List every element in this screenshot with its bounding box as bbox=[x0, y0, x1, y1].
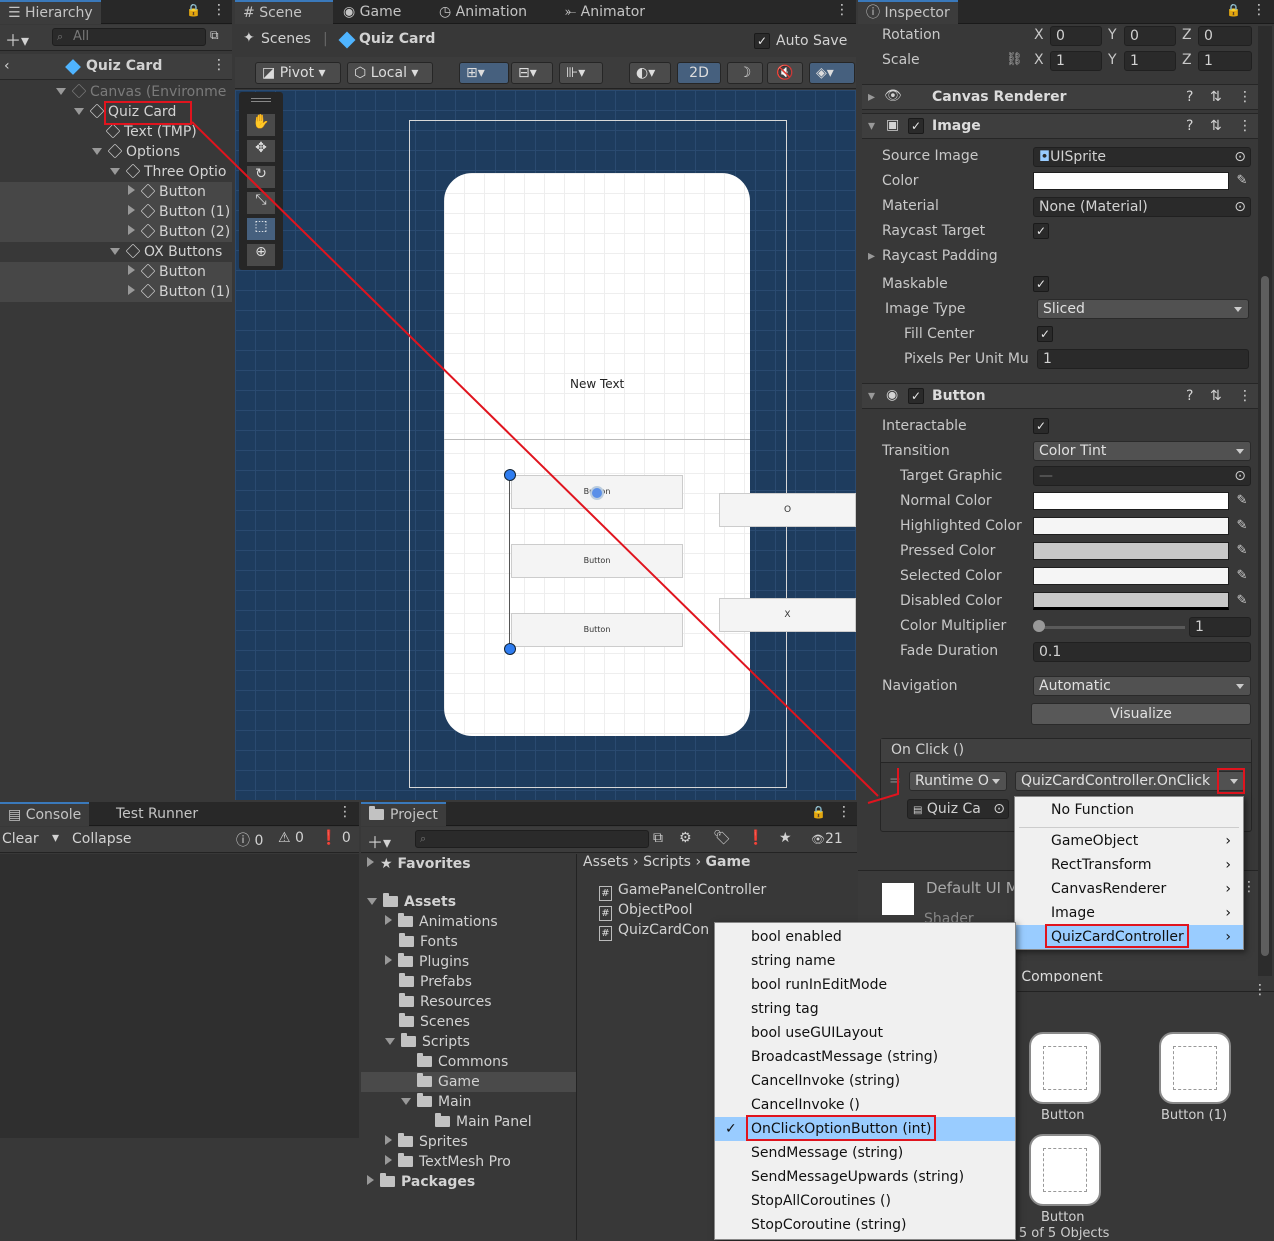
arrow-head bbox=[867, 768, 899, 804]
arrow-line bbox=[191, 121, 879, 797]
annotation-arrow bbox=[191, 121, 899, 804]
